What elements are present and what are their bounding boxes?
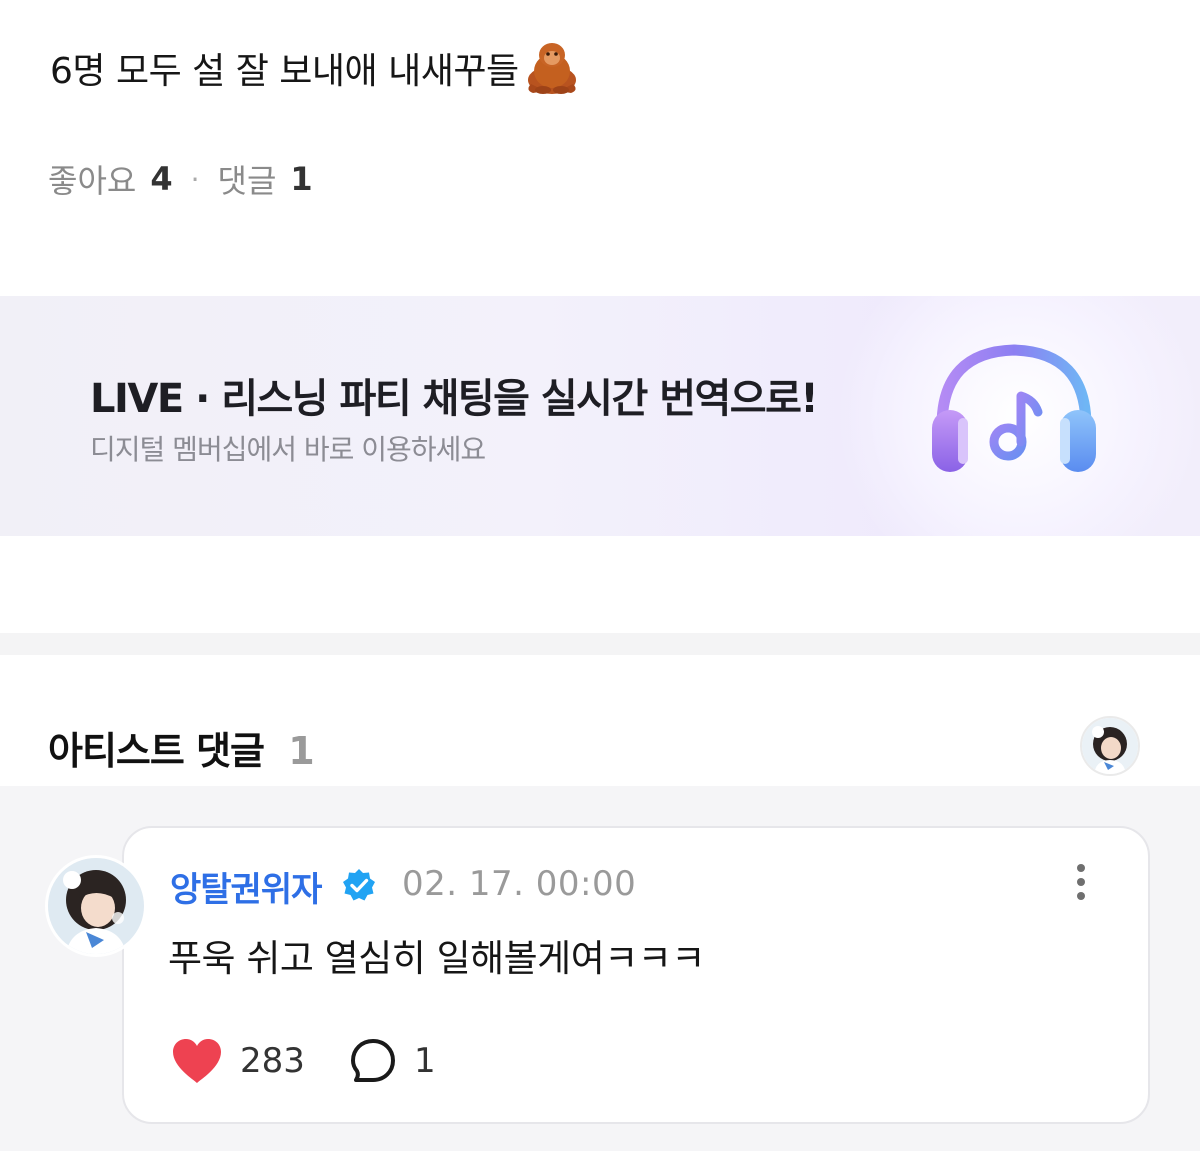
comment-author-name[interactable]: 앙탈권위자	[170, 862, 322, 911]
reply-button[interactable]: 1	[348, 1036, 436, 1086]
more-options-icon[interactable]	[1070, 864, 1092, 906]
reply-bubble-icon	[351, 1039, 395, 1082]
banner-subtitle: 디지털 멤버십에서 바로 이용하세요	[90, 433, 486, 466]
artist-avatar-image	[1082, 718, 1138, 774]
section-divider	[0, 633, 1200, 655]
comment-author-avatar[interactable]	[48, 858, 144, 954]
like-count: 283	[240, 1041, 305, 1081]
heart-icon	[173, 1039, 221, 1083]
artist-comments-header: 아티스트 댓글 1	[48, 720, 315, 775]
post-stats: 좋아요 4 · 댓글 1	[48, 156, 313, 202]
post-text: 6명 모두 설 잘 보내애 내새꾸들	[50, 40, 583, 96]
headphones-music-icon	[932, 344, 1096, 472]
stats-separator: ·	[190, 162, 200, 196]
orangutan-emoji-icon	[527, 43, 576, 94]
promo-banner[interactable]: LIVE · 리스닝 파티 채팅을 실시간 번역으로! 디지털 멤버십에서 바로…	[0, 296, 1200, 536]
banner-title: LIVE · 리스닝 파티 채팅을 실시간 번역으로!	[90, 376, 819, 422]
likes-label: 좋아요	[48, 162, 137, 200]
comment-author-avatar-image	[48, 858, 144, 954]
comment-timestamp: 02. 17. 00:00	[402, 864, 637, 904]
artist-comments-count: 1	[288, 729, 314, 773]
comment-text: 푸욱 쉬고 열심히 일해볼게여ㅋㅋㅋ	[168, 937, 705, 980]
likes-count: 4	[150, 160, 173, 198]
reply-count: 1	[414, 1041, 436, 1081]
post-body: 6명 모두 설 잘 보내애 내새꾸들	[50, 51, 519, 92]
comments-count[interactable]: 1	[290, 160, 312, 198]
like-button[interactable]: 283	[170, 1036, 305, 1086]
verified-badge-icon	[343, 869, 375, 901]
artist-comments-title: 아티스트 댓글	[48, 729, 265, 773]
artist-avatar[interactable]	[1080, 716, 1140, 776]
comments-label[interactable]: 댓글	[218, 156, 277, 202]
